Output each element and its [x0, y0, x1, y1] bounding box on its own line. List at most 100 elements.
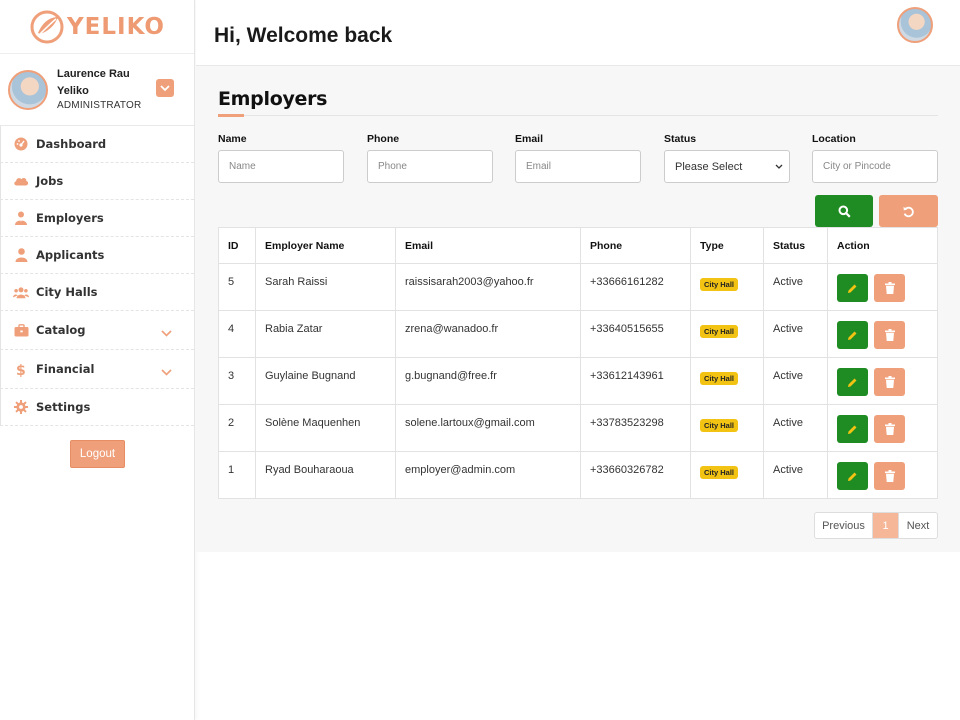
brand-name: YELIKO	[67, 13, 165, 40]
page-title: Employers	[218, 88, 328, 110]
cell-email: raissisarah2003@yahoo.fr	[395, 263, 581, 311]
welcome-message: Hi, Welcome back	[214, 24, 393, 47]
cell-email: zrena@wanadoo.fr	[395, 310, 581, 358]
phone-filter-input[interactable]: Phone	[367, 150, 493, 183]
status-filter-select[interactable]: Please Select	[664, 150, 790, 183]
sidebar-item-label: Financial	[36, 362, 95, 376]
edit-button[interactable]	[837, 321, 868, 349]
employers-panel: Employers Name Name Phone Phone Email Em…	[196, 66, 960, 552]
table-row: 5 Sarah Raissi raissisarah2003@yahoo.fr …	[218, 263, 938, 311]
cell-type: City Hall	[690, 357, 764, 405]
cell-employer-name: Solène Maquenhen	[255, 404, 396, 452]
pencil-icon	[848, 472, 857, 481]
table-header-row: ID Employer Name Email Phone Type Status…	[218, 227, 938, 264]
email-filter-label: Email	[515, 133, 544, 145]
dashboard-icon	[13, 136, 29, 152]
cell-phone: +33612143961	[580, 357, 691, 405]
cell-type: City Hall	[690, 310, 764, 358]
column-header-action: Action	[827, 227, 938, 264]
type-badge: City Hall	[700, 372, 739, 385]
reset-button[interactable]	[879, 195, 938, 227]
svg-text:$: $	[16, 363, 26, 377]
delete-button[interactable]	[874, 462, 905, 490]
cell-employer-name: Guylaine Bugnand	[255, 357, 396, 405]
pencil-icon	[848, 331, 857, 340]
sidebar-item-label: Dashboard	[36, 137, 107, 151]
employer-icon	[13, 210, 29, 226]
logout-button[interactable]: Logout	[70, 440, 125, 468]
gear-icon	[13, 399, 29, 415]
cell-status: Active	[763, 404, 828, 452]
delete-button[interactable]	[874, 321, 905, 349]
previous-page-button[interactable]: Previous	[815, 513, 873, 538]
cell-status: Active	[763, 263, 828, 311]
table-row: 4 Rabia Zatar zrena@wanadoo.fr +33640515…	[218, 310, 938, 358]
header-avatar[interactable]	[897, 7, 933, 43]
cell-phone: +33783523298	[580, 404, 691, 452]
cell-employer-name: Ryad Bouharaoua	[255, 451, 396, 499]
trash-icon	[884, 329, 895, 341]
name-filter-input[interactable]: Name	[218, 150, 344, 183]
cell-type: City Hall	[690, 404, 764, 452]
sidebar-item-applicants[interactable]: Applicants	[0, 237, 194, 274]
main-content: Employers Name Name Phone Phone Email Em…	[196, 66, 960, 552]
sidebar-item-label: City Halls	[36, 285, 98, 299]
sidebar-nav: Dashboard Jobs Employers Applicants City…	[0, 126, 194, 426]
search-icon	[838, 205, 851, 218]
cell-id: 1	[218, 451, 256, 499]
column-header-type: Type	[690, 227, 764, 264]
email-filter-input[interactable]: Email	[515, 150, 641, 183]
status-filter-label: Status	[664, 133, 697, 145]
cell-action	[827, 404, 938, 452]
cell-action	[827, 451, 938, 499]
cell-id: 5	[218, 263, 256, 311]
sidebar-item-catalog[interactable]: Catalog	[0, 311, 194, 350]
search-button[interactable]	[815, 195, 873, 227]
page-1-button[interactable]: 1	[873, 513, 898, 538]
cell-email: employer@admin.com	[395, 451, 581, 499]
chevron-down-icon	[775, 164, 783, 169]
cell-id: 2	[218, 404, 256, 452]
title-divider	[218, 115, 938, 116]
avatar	[8, 70, 48, 110]
sidebar-item-city-halls[interactable]: City Halls	[0, 274, 194, 311]
cell-type: City Hall	[690, 451, 764, 499]
type-badge: City Hall	[700, 325, 739, 338]
cell-email: solene.lartoux@gmail.com	[395, 404, 581, 452]
sidebar-item-financial[interactable]: $ Financial	[0, 350, 194, 389]
type-badge: City Hall	[700, 419, 739, 432]
delete-button[interactable]	[874, 274, 905, 302]
edit-button[interactable]	[837, 462, 868, 490]
sidebar-item-jobs[interactable]: Jobs	[0, 163, 194, 200]
top-header: Hi, Welcome back	[196, 0, 960, 66]
location-filter-input[interactable]: City or Pincode	[812, 150, 938, 183]
profile-dropdown-button[interactable]	[156, 79, 174, 97]
cloud-icon	[13, 173, 29, 189]
sidebar-item-dashboard[interactable]: Dashboard	[0, 126, 194, 163]
cell-type: City Hall	[690, 263, 764, 311]
cell-id: 4	[218, 310, 256, 358]
trash-icon	[884, 470, 895, 482]
sidebar-item-employers[interactable]: Employers	[0, 200, 194, 237]
delete-button[interactable]	[874, 415, 905, 443]
cell-action	[827, 357, 938, 405]
logo[interactable]: YELIKO	[0, 0, 194, 54]
undo-icon	[903, 206, 914, 217]
column-header-email: Email	[395, 227, 581, 264]
edit-button[interactable]	[837, 274, 868, 302]
user-icon	[13, 247, 29, 263]
sidebar-item-settings[interactable]: Settings	[0, 389, 194, 426]
table-row: 1 Ryad Bouharaoua employer@admin.com +33…	[218, 451, 938, 499]
pagination: Previous 1 Next	[814, 512, 938, 539]
cell-employer-name: Rabia Zatar	[255, 310, 396, 358]
employers-table: ID Employer Name Email Phone Type Status…	[218, 227, 938, 499]
delete-button[interactable]	[874, 368, 905, 396]
table-row: 2 Solène Maquenhen solene.lartoux@gmail.…	[218, 404, 938, 452]
user-role: ADMINISTRATOR	[57, 100, 142, 111]
sidebar: YELIKO Laurence Rau Yeliko ADMINISTRATOR…	[0, 0, 195, 720]
edit-button[interactable]	[837, 415, 868, 443]
edit-button[interactable]	[837, 368, 868, 396]
next-page-button[interactable]: Next	[898, 513, 937, 538]
table-row: 3 Guylaine Bugnand g.bugnand@free.fr +33…	[218, 357, 938, 405]
sidebar-item-label: Jobs	[36, 174, 64, 188]
